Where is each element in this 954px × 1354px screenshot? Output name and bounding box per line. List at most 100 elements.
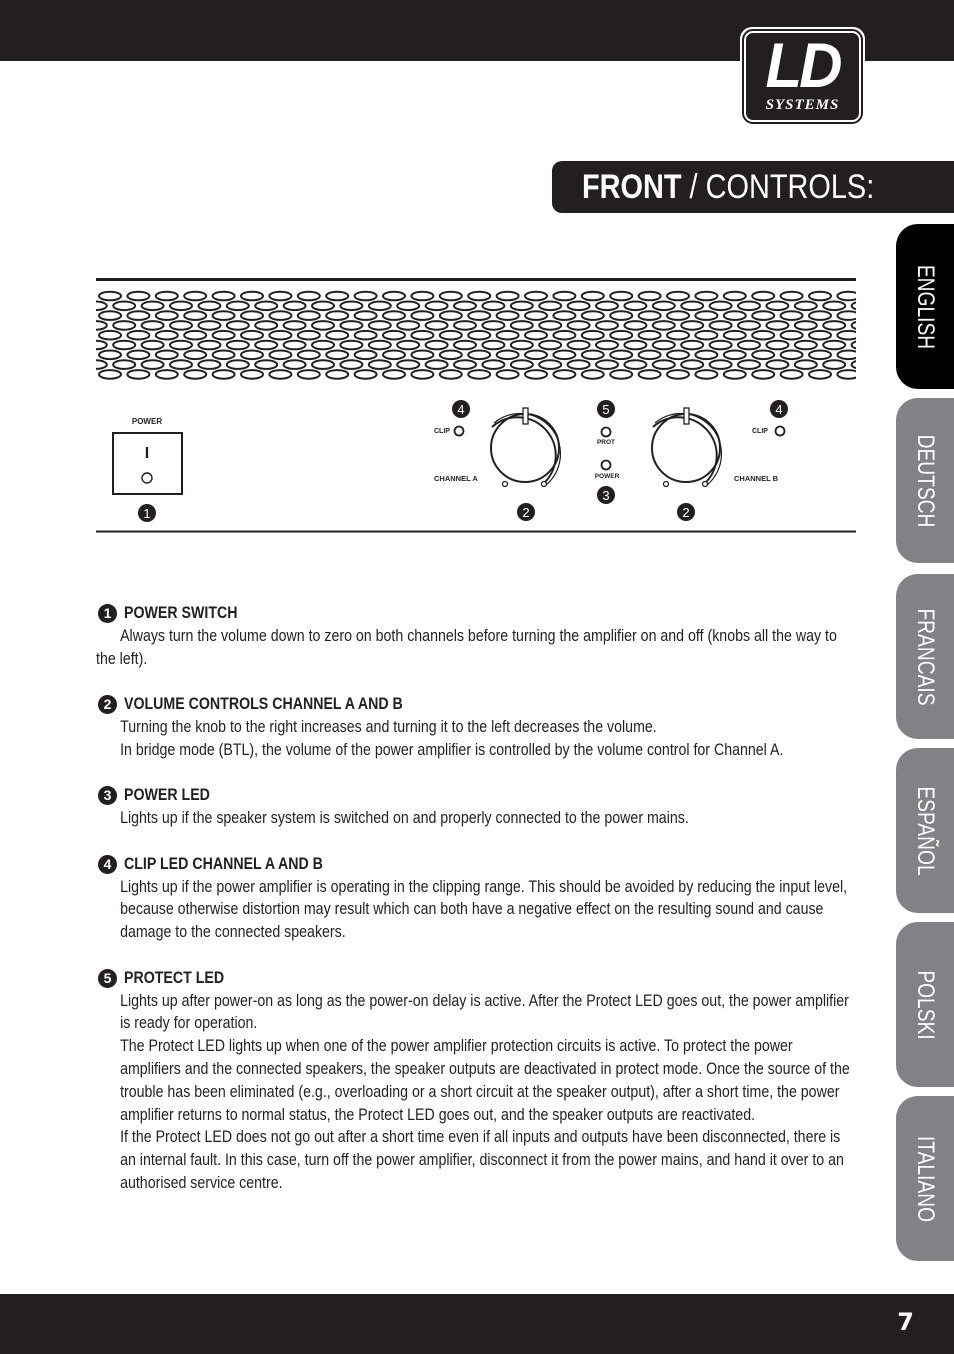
grille-hole bbox=[765, 359, 790, 370]
grille-hole bbox=[850, 340, 856, 350]
grille-hole bbox=[112, 359, 137, 370]
callout-badge-5: 5 bbox=[597, 400, 615, 418]
grille-hole bbox=[96, 359, 108, 370]
grille-hole bbox=[183, 329, 208, 341]
section-paragraph: Always turn the volume down to zero on b… bbox=[96, 626, 837, 668]
grille-hole bbox=[126, 329, 151, 341]
clip-led-a-icon bbox=[453, 425, 465, 437]
grille-hole bbox=[481, 300, 506, 312]
grille-hole bbox=[296, 369, 321, 380]
tab-deutsch[interactable]: DEUTSCH bbox=[896, 398, 954, 563]
grille-hole bbox=[112, 300, 137, 312]
grille-hole bbox=[325, 310, 350, 321]
grille-hole bbox=[410, 310, 435, 321]
grille-hole bbox=[566, 300, 591, 312]
tab-label: ESPAÑOL bbox=[912, 785, 939, 876]
section-title: PROTECT LED bbox=[124, 968, 225, 987]
grille-hole bbox=[353, 310, 378, 321]
footer-bar: 7 bbox=[0, 1294, 954, 1354]
grille-hole bbox=[140, 359, 165, 370]
grille-hole bbox=[169, 320, 193, 331]
grille-hole bbox=[808, 369, 832, 380]
tab-label: FRANCAIS bbox=[912, 607, 939, 706]
grille-hole bbox=[737, 320, 761, 331]
grille-hole bbox=[311, 300, 335, 312]
tab-italiano[interactable]: ITALIANO bbox=[896, 1096, 954, 1261]
tab-english[interactable]: ENGLISH bbox=[896, 224, 954, 389]
grille-hole bbox=[339, 300, 364, 312]
grille-hole bbox=[126, 369, 151, 380]
grille-hole bbox=[112, 320, 137, 331]
grille-hole bbox=[651, 359, 676, 370]
grille-hole bbox=[410, 349, 435, 361]
grille-hole bbox=[325, 369, 350, 380]
power-switch[interactable] bbox=[112, 432, 183, 495]
grille-hole bbox=[282, 339, 307, 351]
switch-on-symbol: I bbox=[145, 445, 149, 462]
grille-hole bbox=[183, 310, 208, 321]
grille-hole bbox=[580, 369, 605, 380]
grille-hole bbox=[765, 300, 790, 312]
grille-hole bbox=[637, 369, 662, 380]
grille-hole bbox=[509, 320, 534, 331]
grille-hole bbox=[282, 300, 307, 312]
section-paragraph: The Protect LED lights up when one of th… bbox=[120, 1037, 850, 1124]
grille-hole bbox=[722, 369, 747, 380]
grille-hole bbox=[694, 349, 719, 361]
grille-hole bbox=[737, 339, 761, 351]
grille-hole bbox=[396, 339, 421, 351]
volume-knob-b[interactable] bbox=[651, 407, 723, 488]
grille-hole bbox=[609, 310, 634, 321]
grille-hole bbox=[453, 320, 477, 331]
grille-hole bbox=[211, 349, 236, 361]
grille-hole bbox=[651, 320, 676, 331]
grille-hole bbox=[595, 320, 619, 331]
tab-francais[interactable]: FRANCAIS bbox=[896, 574, 954, 739]
section-number-badge: 4 bbox=[98, 854, 117, 874]
grille-hole bbox=[595, 359, 619, 370]
tab-espanol[interactable]: ESPAÑOL bbox=[896, 748, 954, 913]
grille-hole bbox=[240, 349, 264, 361]
grille-hole bbox=[353, 369, 378, 380]
grille-hole bbox=[467, 369, 492, 380]
grille-hole bbox=[225, 339, 250, 351]
tab-polski[interactable]: POLSKI bbox=[896, 922, 954, 1087]
grille-hole bbox=[382, 310, 406, 321]
grille-hole bbox=[524, 290, 548, 302]
grille-hole bbox=[126, 349, 151, 361]
callout-badge-4-a: 4 bbox=[452, 400, 470, 418]
grille-hole bbox=[225, 359, 250, 370]
svg-text:2: 2 bbox=[522, 505, 529, 520]
grille-hole bbox=[225, 320, 250, 331]
grille-hole bbox=[98, 369, 122, 380]
grille-hole bbox=[694, 290, 719, 302]
grille-hole bbox=[779, 369, 804, 380]
grille-hole bbox=[552, 310, 577, 321]
grille-hole bbox=[225, 300, 250, 312]
ld-systems-logo: LD SYSTEMS bbox=[740, 27, 865, 126]
grille-hole bbox=[296, 349, 321, 361]
grille-hole bbox=[495, 290, 520, 302]
grille-hole bbox=[637, 310, 662, 321]
grille-hole bbox=[467, 329, 492, 341]
volume-knob-a[interactable] bbox=[490, 407, 562, 488]
grille-hole bbox=[580, 310, 605, 321]
grille-hole bbox=[737, 359, 761, 370]
grille-hole bbox=[680, 300, 705, 312]
grille-hole bbox=[836, 290, 856, 302]
grille-hole bbox=[495, 349, 520, 361]
grille-hole bbox=[211, 310, 236, 321]
grille-hole bbox=[410, 369, 435, 380]
page-title: FRONT / CONTROLS: bbox=[582, 167, 874, 207]
section-number-badge: 2 bbox=[98, 695, 117, 715]
grille-hole bbox=[438, 290, 463, 302]
channel-b-label: CHANNEL B bbox=[734, 474, 779, 483]
grille-hole bbox=[737, 300, 761, 312]
grille-hole bbox=[666, 369, 690, 380]
grille-hole bbox=[438, 310, 463, 321]
grille-hole bbox=[453, 359, 477, 370]
grille-hole bbox=[680, 339, 705, 351]
grille-hole bbox=[467, 349, 492, 361]
grille-hole bbox=[154, 349, 179, 361]
grille-hole bbox=[680, 320, 705, 331]
